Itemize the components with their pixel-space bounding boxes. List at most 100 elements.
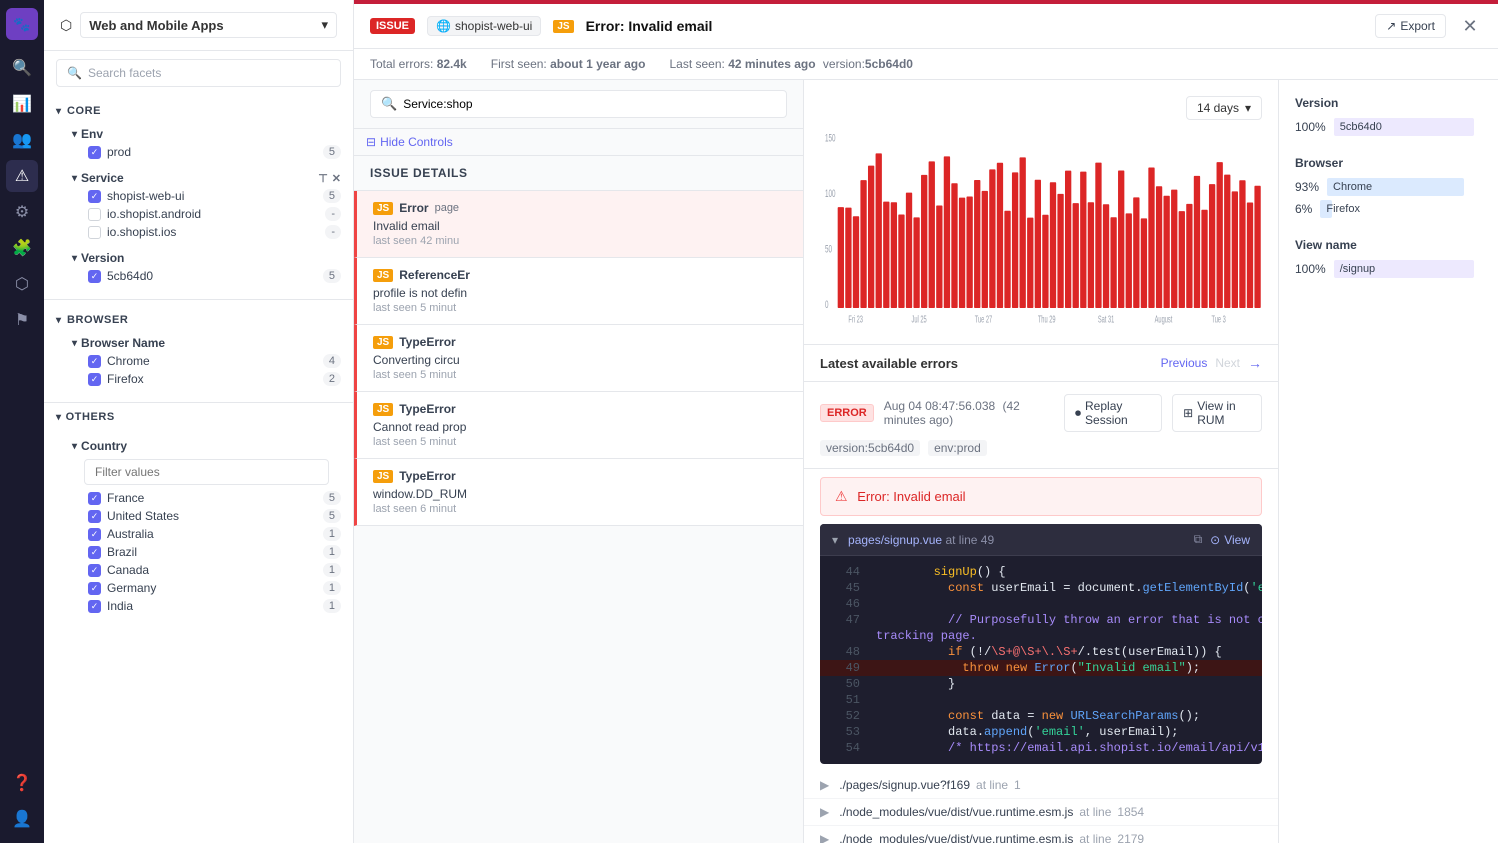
service-clear-icon[interactable]: ✕ (332, 172, 341, 185)
country-australia-checkbox[interactable]: ✓ (88, 528, 101, 541)
issue-5-type: TypeError (399, 469, 455, 483)
nav-rail: 🐾 🔍 📊 👥 ⚠ ⚙ 🧩 ⬡ ⚑ ❓ 👤 (0, 0, 44, 843)
nav-flag[interactable]: ⚑ (6, 304, 38, 336)
issue-item-5[interactable]: JS TypeError window.DD_RUM last seen 6 m… (354, 459, 803, 526)
service-group-label: Service (81, 171, 124, 185)
first-seen: First seen: about 1 year ago (491, 57, 646, 71)
browser-chrome-checkbox[interactable]: ✓ (88, 355, 101, 368)
country-filter-input[interactable] (84, 459, 329, 485)
issue-3-js-badge: JS (373, 336, 393, 349)
others-header[interactable]: ▾ OTHERS (56, 411, 341, 423)
issue-item-1[interactable]: JS Error page Invalid email last seen 42… (354, 191, 803, 258)
search-facets-input[interactable]: 🔍 Search facets (56, 59, 341, 87)
version-group: ▾ Version ✓ 5cb64d0 5 (56, 245, 341, 289)
github-view-button[interactable]: ⊙ View (1210, 532, 1250, 547)
hide-controls-btn[interactable]: ⊟ Hide Controls (354, 129, 803, 156)
country-india-checkbox[interactable]: ✓ (88, 600, 101, 613)
nav-users[interactable]: 👥 (6, 124, 38, 156)
issue-3-message: Converting circu (373, 353, 787, 367)
browser-name-header[interactable]: ▾ Browser Name (72, 334, 341, 352)
code-line-47: 47 // Purposefully throw an error that i… (820, 612, 1262, 628)
env-group-header[interactable]: ▾ Env (72, 125, 341, 143)
code-line-44: 44 signUp() { (820, 564, 1262, 580)
country-germany-checkbox[interactable]: ✓ (88, 582, 101, 595)
stack-trace-2[interactable]: ▶ ./node_modules/vue/dist/vue.runtime.es… (804, 799, 1278, 826)
issue-item-4[interactable]: JS TypeError Cannot read prop last seen … (354, 392, 803, 459)
browser-firefox-bar-wrap: Firefox (1320, 200, 1474, 218)
svg-text:Tue 3: Tue 3 (1211, 314, 1226, 325)
country-us-checkbox[interactable]: ✓ (88, 510, 101, 523)
service-filter-icon[interactable]: ⊤ (318, 172, 328, 185)
others-label: OTHERS (66, 411, 115, 423)
nav-layers[interactable]: ⬡ (6, 268, 38, 300)
chart-header: 14 days ▾ (820, 96, 1262, 120)
nav-code[interactable]: ⚙ (6, 196, 38, 228)
country-india-label: India (107, 599, 133, 613)
service-group: ▾ Service ⊤ ✕ ✓ shopist-web-ui 5 (56, 165, 341, 245)
service-android-checkbox[interactable] (88, 208, 101, 221)
version-section-title: Version (1295, 96, 1482, 110)
others-section: ▾ OTHERS (44, 407, 353, 427)
service-ios-checkbox[interactable] (88, 226, 101, 239)
nav-user[interactable]: 👤 (6, 803, 38, 835)
browser-chrome-item: ✓ Chrome 4 (72, 352, 341, 370)
env-group-label: Env (81, 127, 103, 141)
browser-chrome-percent: 93% (1295, 180, 1319, 194)
browser-section-header[interactable]: ▾ BROWSER (56, 310, 341, 330)
country-brazil-checkbox[interactable]: ✓ (88, 546, 101, 559)
time-range-selector[interactable]: 14 days ▾ (1186, 96, 1262, 120)
nav-arrow-icon[interactable]: → (1248, 355, 1262, 371)
nav-alert[interactable]: ⚠ (6, 160, 38, 192)
issue-item-2[interactable]: JS ReferenceEr profile is not defin last… (354, 258, 803, 325)
replay-session-button[interactable]: ⏺ Replay Session (1064, 394, 1162, 432)
viewname-percent-1: 100% (1295, 262, 1326, 276)
browser-firefox-checkbox[interactable]: ✓ (88, 373, 101, 386)
issue-header: ISSUE 🌐 shopist-web-ui JS Error: Invalid… (354, 4, 1498, 49)
svg-text:100: 100 (825, 187, 836, 199)
core-header[interactable]: ▾ CORE (56, 101, 341, 121)
country-canada-checkbox[interactable]: ✓ (88, 564, 101, 577)
browser-firefox-bar-text: Firefox (1326, 203, 1360, 215)
country-filter-search[interactable] (84, 459, 329, 485)
service-android-count: - (325, 207, 341, 221)
issue-search-bar[interactable]: 🔍 (370, 90, 787, 118)
service-ios-label: io.shopist.ios (107, 225, 176, 239)
browser-name-chevron-icon: ▾ (72, 338, 77, 349)
core-label: CORE (67, 105, 101, 117)
nav-search[interactable]: 🔍 (6, 52, 38, 84)
browser-section: ▾ BROWSER ▾ Browser Name ✓ Chrome 4 (44, 304, 353, 398)
issue-item-3[interactable]: JS TypeError Converting circu last seen … (354, 325, 803, 392)
core-section: ▾ CORE ▾ Env ✓ prod 5 (44, 95, 353, 295)
version-group-header[interactable]: ▾ Version (72, 249, 341, 267)
next-button[interactable]: Next (1215, 356, 1240, 370)
previous-button[interactable]: Previous (1161, 356, 1208, 370)
stack-trace-3[interactable]: ▶ ./node_modules/vue/dist/vue.runtime.es… (804, 826, 1278, 843)
app-selector[interactable]: Web and Mobile Apps ▾ (80, 12, 337, 38)
country-france-checkbox[interactable]: ✓ (88, 492, 101, 505)
country-group-header[interactable]: ▾ Country (72, 437, 341, 455)
service-shopist-web-ui-checkbox[interactable]: ✓ (88, 190, 101, 203)
code-expand-icon[interactable]: ▾ (832, 533, 838, 547)
chart-area: 14 days ▾ 150 100 50 0 Fri 23 Jul 25 T (804, 80, 1278, 345)
total-errors: Total errors: 82.4k (370, 57, 467, 71)
nav-dashboard[interactable]: 📊 (6, 88, 38, 120)
bar-chart-svg: 150 100 50 0 Fri 23 Jul 25 Tue 27 Thu 29… (820, 128, 1262, 328)
copy-code-icon[interactable]: ⧉ (1194, 532, 1203, 547)
export-button[interactable]: ↗ Export (1375, 14, 1446, 38)
version-checkbox[interactable]: ✓ (88, 270, 101, 283)
close-button[interactable]: ✕ (1458, 14, 1482, 38)
stack-expand-icon: ▶ (820, 778, 829, 792)
time-range-label: 14 days (1197, 101, 1239, 115)
browser-name-label: Browser Name (81, 336, 165, 350)
view-in-rum-button[interactable]: ⊞ View in RUM (1172, 394, 1262, 432)
country-france-label: France (107, 491, 144, 505)
stack-trace-1[interactable]: ▶ ./pages/signup.vue?f169 at line 1 (804, 772, 1278, 799)
nav-help[interactable]: ❓ (6, 767, 38, 799)
issue-search-input[interactable] (403, 97, 776, 111)
service-ios-count: - (325, 225, 341, 239)
nav-puzzle[interactable]: 🧩 (6, 232, 38, 264)
issue-2-type: ReferenceEr (399, 268, 470, 282)
country-australia-count: 1 (323, 527, 341, 541)
env-prod-checkbox[interactable]: ✓ (88, 146, 101, 159)
service-group-header[interactable]: ▾ Service ⊤ ✕ (72, 169, 341, 187)
